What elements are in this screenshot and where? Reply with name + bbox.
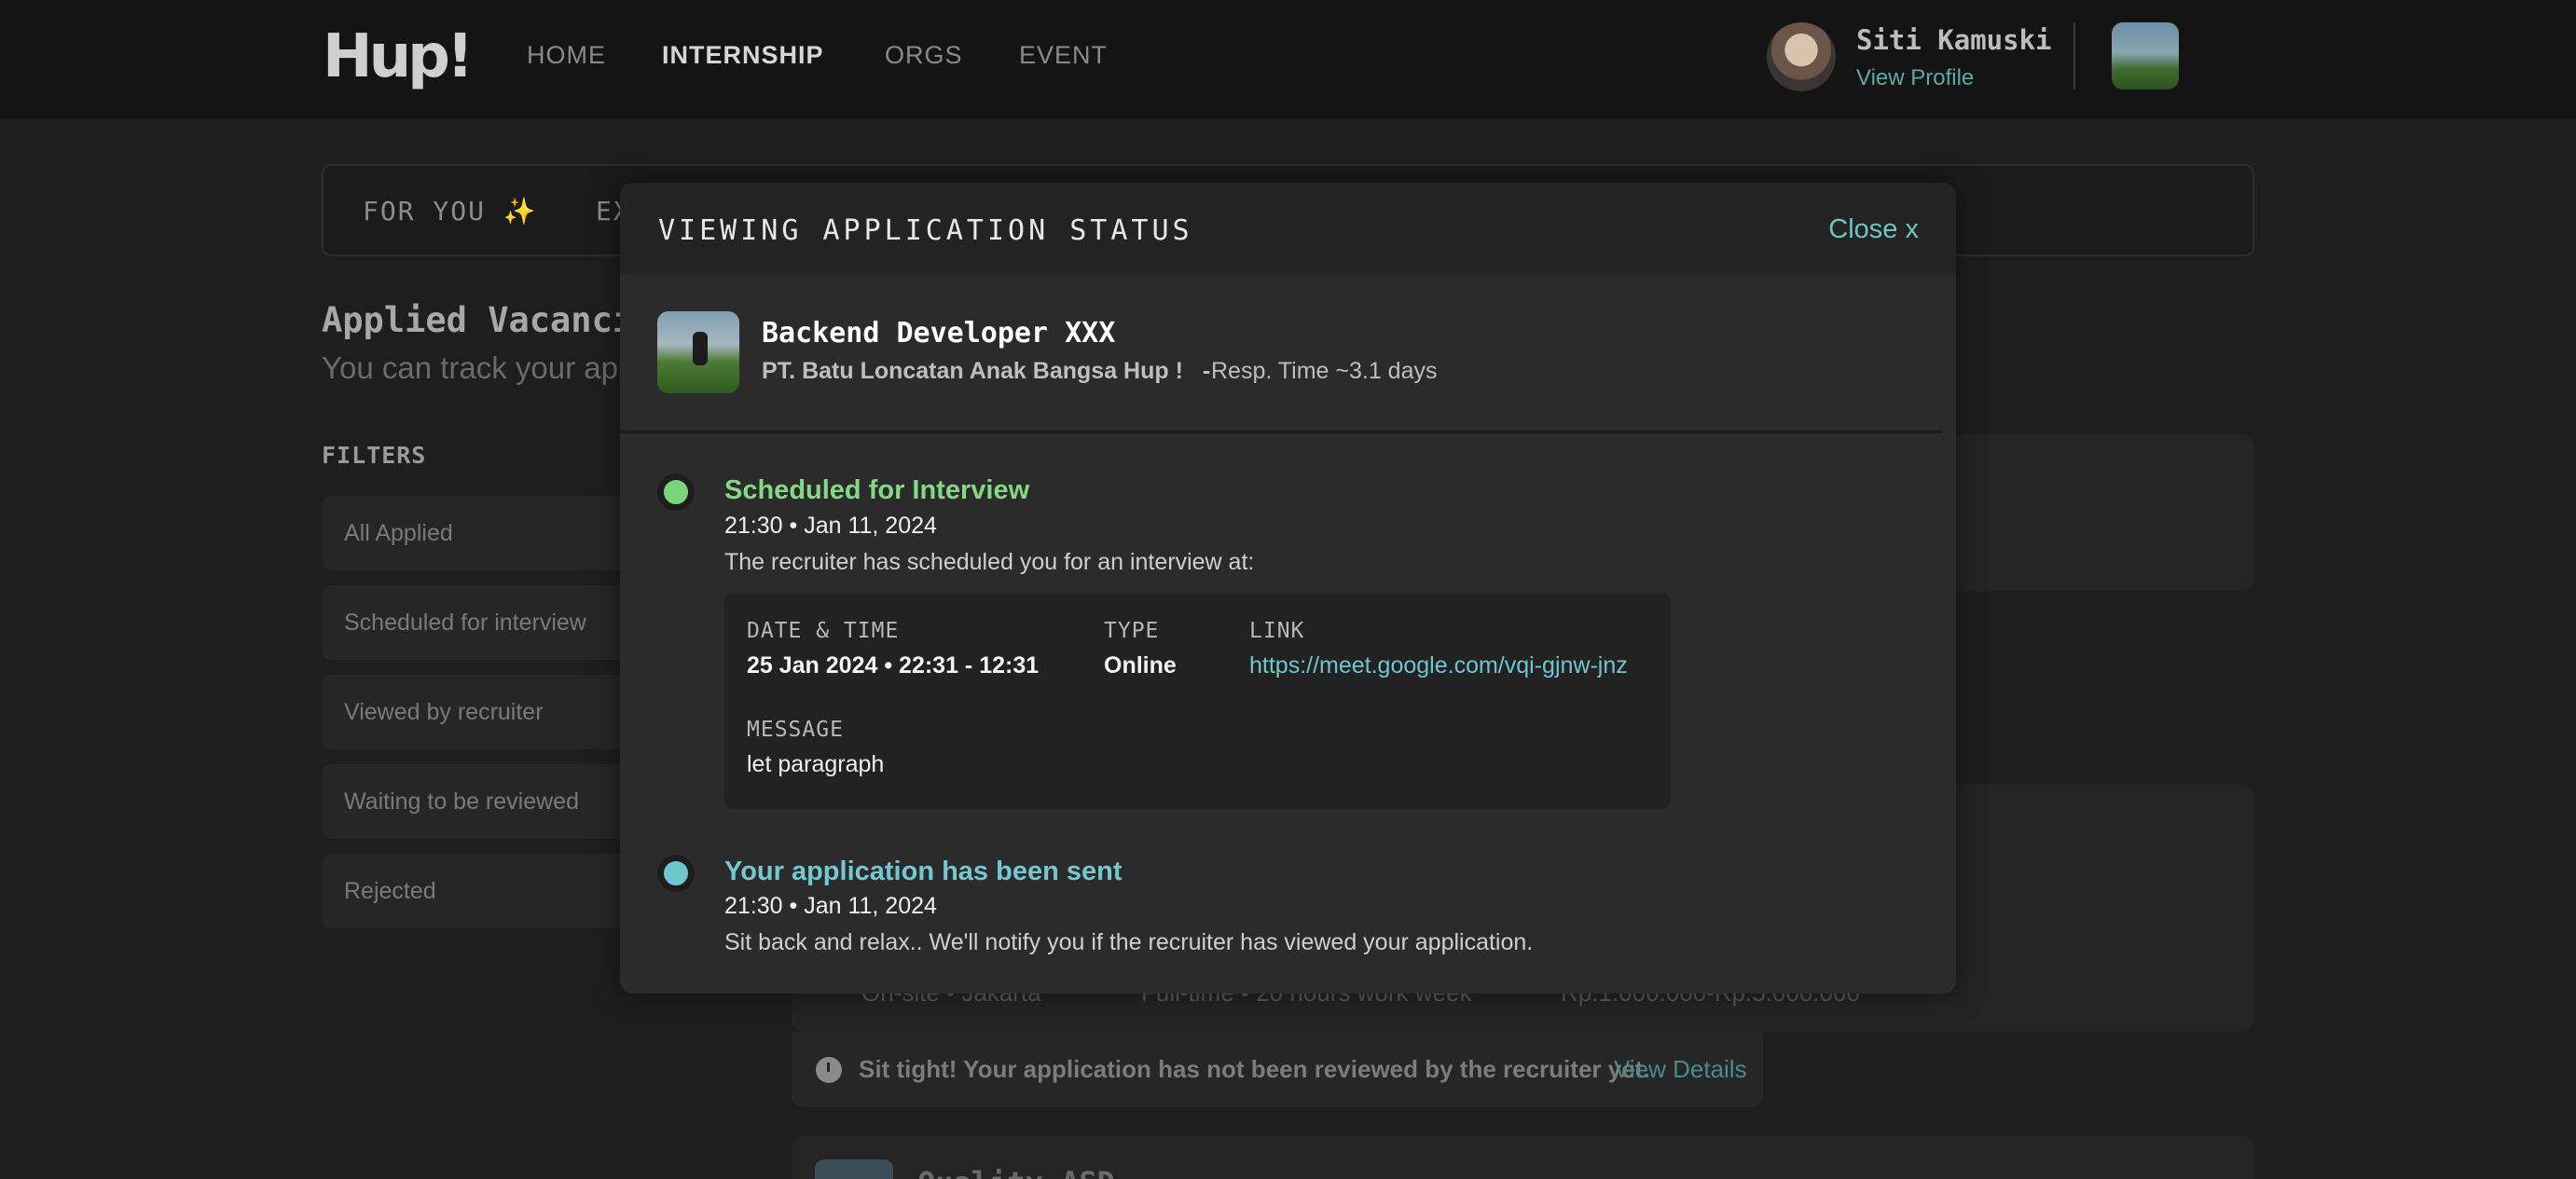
view-details-link[interactable]: View Details [1614, 1055, 1747, 1084]
filters-heading: FILTERS [322, 442, 427, 469]
org-avatar[interactable] [2112, 22, 2179, 89]
job-title: Backend Developer XXX [762, 317, 1116, 350]
filter-viewed[interactable]: Viewed by recruiter [322, 675, 639, 749]
page-title: Applied Vacancie [322, 300, 654, 340]
status-dot-icon [657, 855, 695, 892]
nav-event[interactable]: EVENT [1019, 41, 1108, 70]
datetime-label: DATE & TIME [747, 619, 900, 643]
clock-icon [816, 1057, 842, 1083]
company-logo [657, 311, 739, 393]
user-name: Siti Kamuski [1856, 24, 2052, 56]
step-title: Your application has been sent [724, 857, 1123, 886]
nav-home[interactable]: HOME [527, 41, 606, 70]
modal-header: VIEWING APPLICATION STATUS Close x [620, 183, 1956, 274]
response-time: Resp. Time ~3.1 days [1211, 358, 1438, 384]
link-label: LINK [1249, 619, 1305, 643]
meta-separator: - [1202, 358, 1211, 384]
company-name-text: PT. Batu Loncatan Anak Bangsa Hup ! [762, 358, 1183, 384]
modal-divider [620, 431, 1942, 433]
filter-rejected[interactable]: Rejected [322, 854, 639, 928]
close-button[interactable]: Close x [1828, 214, 1919, 245]
status-dot-icon [657, 473, 695, 511]
hup-logo[interactable]: Hup! [323, 22, 474, 91]
user-avatar[interactable] [1767, 22, 1836, 91]
type-label: TYPE [1104, 619, 1160, 643]
view-profile-link[interactable]: View Profile [1856, 65, 1974, 91]
interview-details: DATE & TIME 25 Jan 2024 • 22:31 - 12:31 … [724, 593, 1671, 809]
filter-scheduled[interactable]: Scheduled for interview [322, 585, 639, 660]
top-navbar: Hup! HOME INTERNSHIP ORGS EVENT Siti Kam… [0, 0, 2576, 119]
status-notice-text: Sit tight! Your application has not been… [859, 1055, 1650, 1083]
company-name: PT. Batu Loncatan Anak Bangsa Hup ! - [762, 358, 1210, 385]
nav-orgs[interactable]: ORGS [885, 41, 963, 70]
step-timestamp: 21:30 • Jan 11, 2024 [724, 893, 937, 919]
step-timestamp: 21:30 • Jan 11, 2024 [724, 513, 937, 539]
datetime-value: 25 Jan 2024 • 22:31 - 12:31 [747, 652, 1040, 679]
nav-internship[interactable]: INTERNSHIP [662, 41, 824, 70]
meeting-link[interactable]: https://meet.google.com/vqi-gjnw-jnz [1249, 652, 1628, 679]
step-description: The recruiter has scheduled you for an i… [724, 549, 1255, 575]
application-status-modal: VIEWING APPLICATION STATUS Close x Backe… [620, 183, 1956, 994]
card-title: Quality ASD [917, 1165, 1115, 1179]
message-label: MESSAGE [747, 718, 844, 742]
page-subtitle: You can track your app [322, 350, 636, 385]
filter-waiting[interactable]: Waiting to be reviewed [322, 764, 639, 839]
tab-for-you[interactable]: FOR YOU ✨ [363, 196, 538, 226]
company-logo [815, 1159, 893, 1179]
modal-title: VIEWING APPLICATION STATUS [658, 214, 1193, 247]
step-title: Scheduled for Interview [724, 475, 1030, 505]
status-notice: Sit tight! Your application has not been… [792, 1033, 1763, 1107]
navbar-divider [2073, 22, 2075, 89]
filter-all-applied[interactable]: All Applied [322, 496, 639, 570]
step-description: Sit back and relax.. We'll notify you if… [724, 929, 1534, 955]
message-value: let paragraph [747, 751, 885, 777]
type-value: Online [1104, 652, 1177, 679]
